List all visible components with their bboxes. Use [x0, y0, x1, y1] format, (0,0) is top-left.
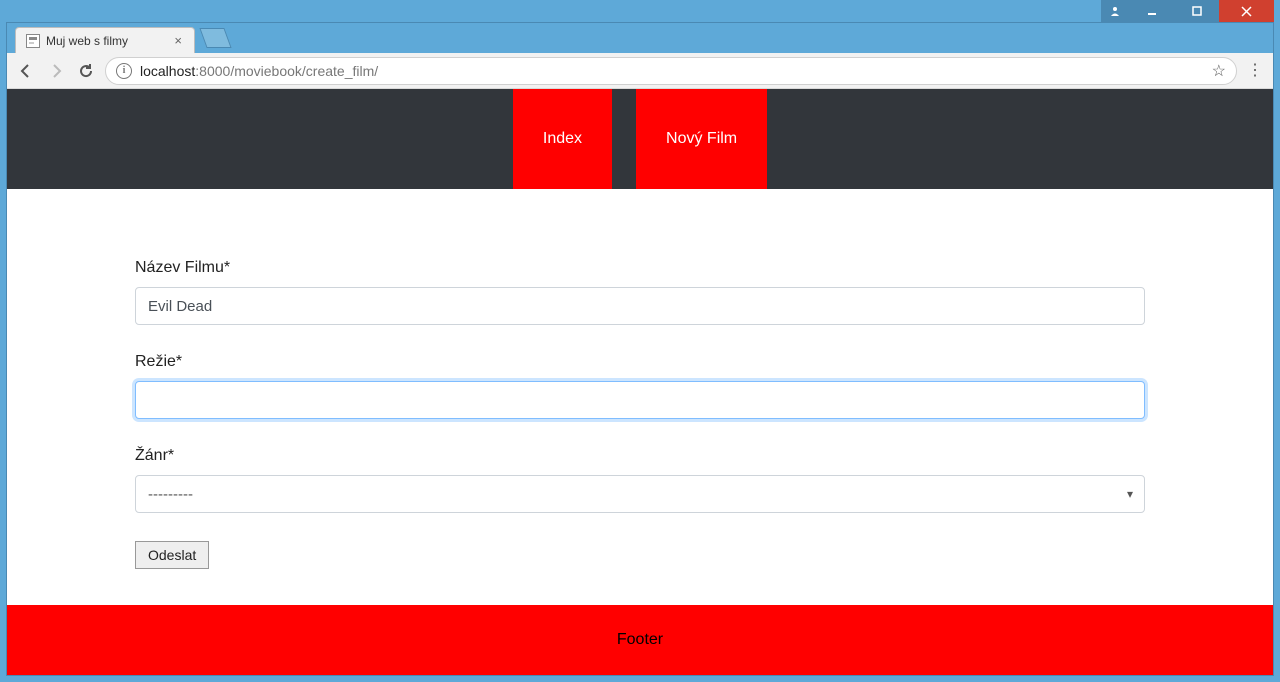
- title-label: Název Filmu*: [135, 259, 1145, 277]
- nav-item-novy-film[interactable]: Nový Film: [636, 89, 767, 189]
- url-host: localhost: [140, 63, 195, 79]
- page-favicon-icon: [26, 34, 40, 48]
- reload-button[interactable]: [75, 60, 97, 82]
- page-viewport: Index Nový Film Název Filmu* Režie* Žánr…: [7, 89, 1273, 675]
- bookmark-star-icon[interactable]: ☆: [1212, 61, 1226, 81]
- create-film-form: Název Filmu* Režie* Žánr* --------- Odes: [135, 259, 1145, 589]
- tab-strip: Muj web s filmy ×: [7, 23, 1273, 53]
- genre-select[interactable]: ---------: [135, 475, 1145, 513]
- back-button[interactable]: [15, 60, 37, 82]
- url-path: /moviebook/create_film/: [230, 63, 378, 79]
- submit-button[interactable]: Odeslat: [135, 541, 209, 569]
- new-tab-button[interactable]: [199, 28, 231, 48]
- forward-button[interactable]: [45, 60, 67, 82]
- window-maximize-button[interactable]: [1174, 0, 1219, 22]
- title-input[interactable]: [135, 287, 1145, 325]
- tab-title: Muj web s filmy: [46, 34, 172, 48]
- director-label: Režie*: [135, 353, 1145, 371]
- director-input[interactable]: [135, 381, 1145, 419]
- site-footer: Footer: [7, 605, 1273, 675]
- genre-label: Žánr*: [135, 447, 1145, 465]
- url-port: :8000: [195, 63, 230, 79]
- site-header: Index Nový Film: [7, 89, 1273, 189]
- browser-toolbar: i localhost:8000/moviebook/create_film/ …: [7, 53, 1273, 89]
- window-user-button[interactable]: [1101, 0, 1129, 22]
- window-titlebar: [6, 0, 1274, 22]
- browser-tab[interactable]: Muj web s filmy ×: [15, 27, 195, 53]
- nav-item-index[interactable]: Index: [513, 89, 612, 189]
- window-minimize-button[interactable]: [1129, 0, 1174, 22]
- window-close-button[interactable]: [1219, 0, 1274, 22]
- site-info-icon[interactable]: i: [116, 63, 132, 79]
- footer-text: Footer: [617, 631, 663, 649]
- browser-menu-button[interactable]: ⋮: [1245, 63, 1265, 79]
- tab-close-icon[interactable]: ×: [172, 33, 184, 48]
- address-bar[interactable]: i localhost:8000/moviebook/create_film/ …: [105, 57, 1237, 85]
